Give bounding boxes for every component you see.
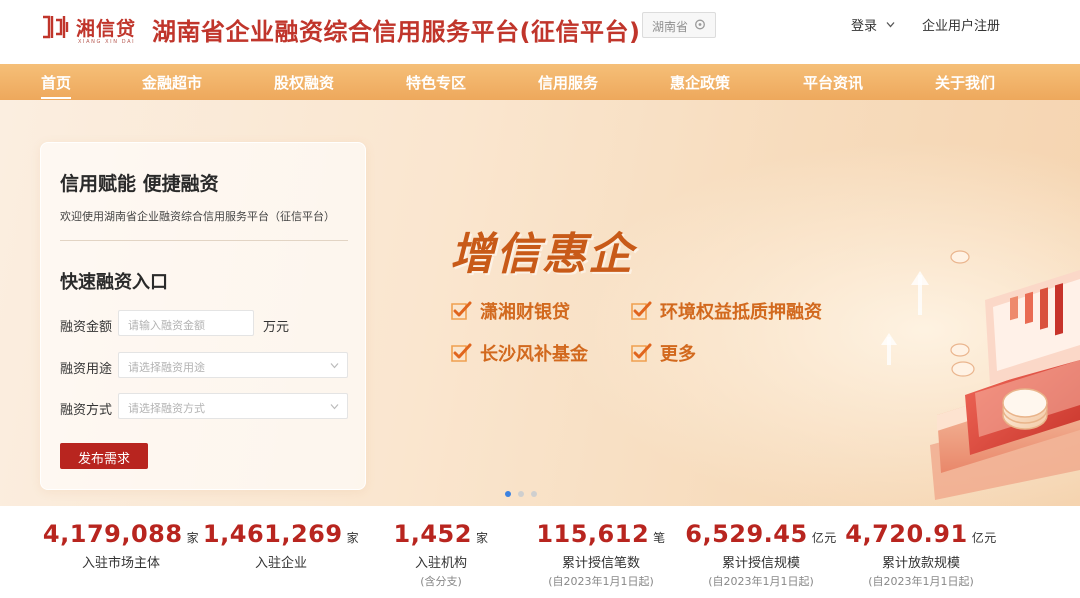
check-badge-icon <box>451 343 472 362</box>
register-link[interactable]: 企业用户注册 <box>922 15 1000 34</box>
feature-item: 环境权益抵质押融资 <box>630 298 822 324</box>
logo-mark-icon <box>43 15 69 39</box>
panel-subtitle: 欢迎使用湖南省企业融资综合信用服务平台（征信平台） <box>60 210 335 223</box>
stat-unit: 家 <box>346 531 360 545</box>
hero-slogan: 增信惠企 <box>450 229 634 280</box>
stat-item: 1,452 家 入驻机构 (含分支) <box>361 520 521 589</box>
stat-value: 4,720.91 亿元 <box>841 520 1001 548</box>
main-nav: 首页 金融超市 股权融资 特色专区 信用服务 惠企政策 平台资讯 关于我们 <box>0 64 1080 100</box>
stat-unit: 家 <box>186 531 200 545</box>
nav-item-policies[interactable]: 惠企政策 <box>670 72 730 93</box>
stat-unit: 家 <box>475 531 489 545</box>
amount-label: 融资金额 <box>60 320 113 335</box>
hero-banner[interactable]: 增信惠企 潇湘财银贷 环境权益抵质押融资 长沙风补基金 更多 信用赋能 便捷融资… <box>0 100 1080 506</box>
purpose-label: 融资用途 <box>60 362 113 377</box>
login-dropdown[interactable]: 登录 <box>851 15 895 34</box>
feature-label: 更多 <box>660 344 696 365</box>
feature-label: 长沙风补基金 <box>480 344 588 365</box>
logo[interactable]: 湘信贷 XIANG XIN DAI <box>40 12 140 52</box>
stat-value: 115,612 笔 <box>521 520 681 548</box>
location-pin-icon <box>695 19 705 30</box>
stat-note: (自2023年1月1日起) <box>548 575 654 588</box>
stat-number: 4,179,088 <box>42 520 183 548</box>
stat-label: 入驻机构 <box>414 556 467 571</box>
check-badge-icon <box>451 301 472 320</box>
stat-item: 115,612 笔 累计授信笔数 (自2023年1月1日起) <box>521 520 681 589</box>
region-label: 湖南省 <box>652 20 689 34</box>
method-label: 融资方式 <box>60 403 113 418</box>
chevron-down-icon <box>330 363 339 369</box>
quick-financing-title: 快速融资入口 <box>60 272 168 293</box>
stat-label: 累计授信规模 <box>721 556 800 571</box>
stat-label: 累计放款规模 <box>881 556 960 571</box>
stat-unit: 亿元 <box>811 531 837 545</box>
stat-label: 累计授信笔数 <box>561 556 640 571</box>
nav-item-credit-service[interactable]: 信用服务 <box>538 72 598 93</box>
chevron-down-icon <box>330 404 339 410</box>
panel-divider <box>60 240 348 241</box>
stat-number: 4,720.91 <box>845 520 968 548</box>
quick-financing-panel: 信用赋能 便捷融资 欢迎使用湖南省企业融资综合信用服务平台（征信平台） 快速融资… <box>40 142 366 490</box>
stat-number: 1,461,269 <box>202 520 343 548</box>
stat-value: 1,461,269 家 <box>201 520 361 548</box>
method-placeholder: 请选择融资方式 <box>128 402 205 415</box>
feature-item: 长沙风补基金 <box>450 340 588 366</box>
stat-note: (自2023年1月1日起) <box>708 575 814 588</box>
stat-note: (自2023年1月1日起) <box>868 575 974 588</box>
region-selector[interactable]: 湖南省 <box>642 12 716 38</box>
stat-item: 1,461,269 家 入驻企业 <box>201 520 361 571</box>
method-select[interactable]: 请选择融资方式 <box>118 393 348 419</box>
amount-input[interactable]: 请输入融资金额 <box>118 310 254 336</box>
amount-unit: 万元 <box>263 320 290 335</box>
stats-bar: 4,179,088 家 入驻市场主体 1,461,269 家 入驻企业 1,452 家… <box>0 506 1080 598</box>
nav-item-equity-financing[interactable]: 股权融资 <box>274 72 334 93</box>
carousel-dot[interactable] <box>531 491 537 497</box>
finance-illustration-icon <box>881 250 1080 500</box>
logo-text: 湘信贷 <box>76 18 137 40</box>
stat-value: 1,452 家 <box>361 520 521 548</box>
carousel-dot[interactable] <box>505 491 511 497</box>
feature-label: 潇湘财银贷 <box>480 302 570 323</box>
stat-value: 6,529.45 亿元 <box>681 520 841 548</box>
site-title: 湖南省企业融资综合信用服务平台(征信平台) <box>152 18 641 46</box>
stat-label: 入驻市场主体 <box>81 556 160 571</box>
stat-number: 115,612 <box>536 520 650 548</box>
publish-demand-button[interactable]: 发布需求 <box>60 443 148 469</box>
nav-item-home[interactable]: 首页 <box>41 72 72 99</box>
purpose-select[interactable]: 请选择融资用途 <box>118 352 348 378</box>
carousel-indicator <box>505 491 541 499</box>
stat-item: 6,529.45 亿元 累计授信规模 (自2023年1月1日起) <box>681 520 841 589</box>
feature-item: 潇湘财银贷 <box>450 298 570 324</box>
stat-item: 4,720.91 亿元 累计放款规模 (自2023年1月1日起) <box>841 520 1001 589</box>
nav-item-special-zone[interactable]: 特色专区 <box>406 72 466 93</box>
stat-unit: 亿元 <box>971 531 997 545</box>
chevron-down-icon <box>886 22 895 28</box>
stat-number: 1,452 <box>393 520 472 548</box>
stat-number: 6,529.45 <box>685 520 808 548</box>
login-label: 登录 <box>851 19 878 34</box>
carousel-dot[interactable] <box>518 491 524 497</box>
page-root: 湘信贷 XIANG XIN DAI 湖南省企业融资综合信用服务平台(征信平台) … <box>0 0 1080 598</box>
stat-label: 入驻企业 <box>254 556 307 571</box>
stat-unit: 笔 <box>653 531 666 545</box>
stat-value: 4,179,088 家 <box>41 520 201 548</box>
stat-note: (含分支) <box>420 575 462 588</box>
nav-item-finance-market[interactable]: 金融超市 <box>142 72 202 93</box>
feature-item: 更多 <box>630 340 696 366</box>
check-badge-icon <box>631 301 652 320</box>
check-badge-icon <box>631 343 652 362</box>
nav-item-about[interactable]: 关于我们 <box>935 72 995 93</box>
nav-item-news[interactable]: 平台资讯 <box>803 72 863 93</box>
panel-title: 信用赋能 便捷融资 <box>60 173 219 195</box>
feature-label: 环境权益抵质押融资 <box>660 302 822 323</box>
logo-subtext: XIANG XIN DAI <box>78 39 136 45</box>
purpose-placeholder: 请选择融资用途 <box>128 361 205 374</box>
header: 湘信贷 XIANG XIN DAI 湖南省企业融资综合信用服务平台(征信平台) … <box>0 0 1080 64</box>
stat-item: 4,179,088 家 入驻市场主体 <box>41 520 201 571</box>
